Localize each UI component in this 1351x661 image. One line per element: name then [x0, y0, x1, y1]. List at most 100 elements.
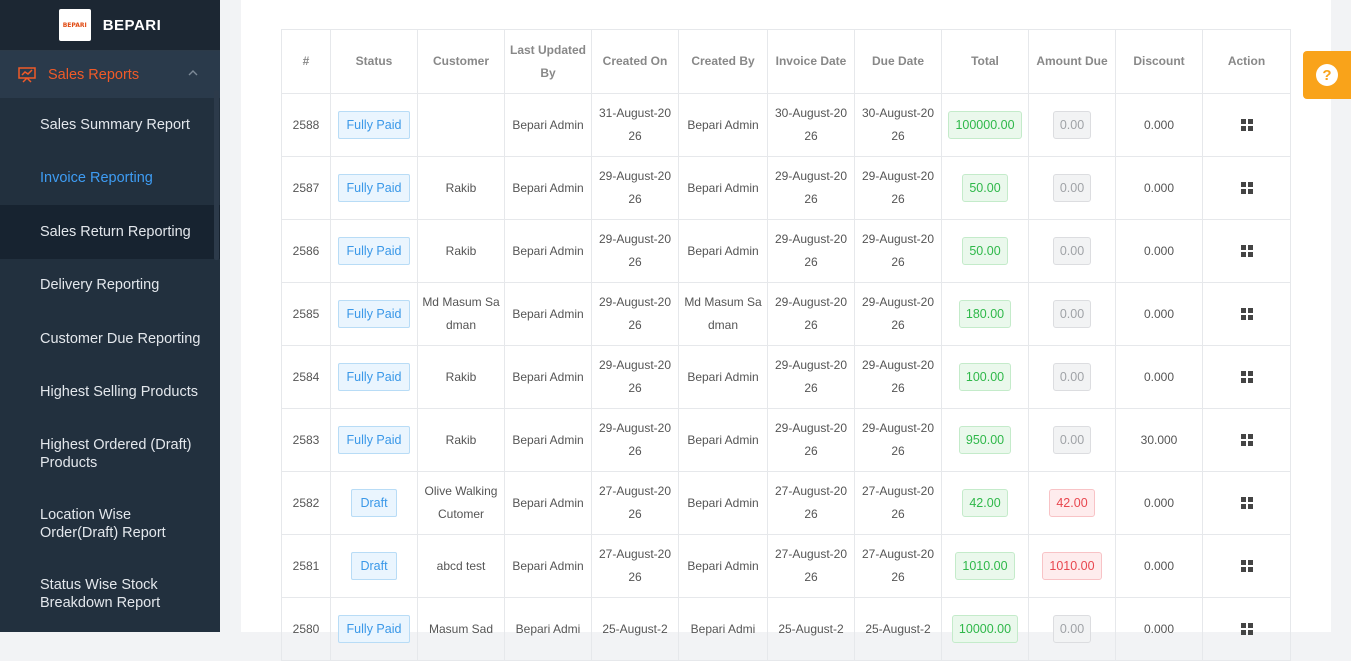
grid-icon[interactable] — [1240, 560, 1253, 573]
question-icon: ? — [1316, 64, 1338, 86]
cell-id: 2582 — [281, 471, 331, 535]
cell-due-date: 29-August-2026 — [854, 219, 942, 283]
sidebar-section-sales-reports[interactable]: Sales Reports — [0, 51, 220, 98]
cell-action[interactable] — [1202, 219, 1291, 283]
table-row: 2582 Draft Olive Walking Cutomer Bepari Adm… — [281, 471, 1291, 535]
grid-icon[interactable] — [1240, 497, 1253, 510]
status-badge: Draft — [351, 552, 397, 580]
brand-name: BEPARI — [102, 16, 162, 34]
total-badge: 42.00 — [962, 489, 1008, 517]
grid-icon[interactable] — [1240, 434, 1253, 447]
cell-customer: Masum Sad — [417, 597, 505, 661]
presentation-chart-icon — [18, 66, 36, 83]
header-created-on: Created On — [591, 29, 679, 94]
sidebar-item-sales-return-reporting[interactable]: Sales Return Reporting — [0, 205, 220, 259]
header-total: Total — [941, 29, 1029, 94]
header-action: Action — [1202, 29, 1291, 94]
table-row: 2588 Fully Paid Bepari Admin 31-August-2026… — [281, 93, 1291, 157]
cell-created-on: 27-August-2026 — [591, 534, 679, 598]
cell-action[interactable] — [1202, 93, 1291, 157]
cell-last-updated-by: Bepari Admin — [504, 156, 592, 220]
sidebar-scrollbar[interactable] — [214, 90, 219, 260]
sidebar-item-highest-selling-products[interactable]: Highest Selling Products — [0, 366, 220, 420]
cell-amount-due: 0.00 — [1028, 597, 1116, 661]
grid-icon[interactable] — [1240, 245, 1253, 258]
cell-action[interactable] — [1202, 534, 1291, 598]
cell-total: 100000.00 — [941, 93, 1029, 157]
cell-created-by: Bepari Admin — [678, 471, 768, 535]
total-badge: 1010.00 — [955, 552, 1015, 580]
cell-last-updated-by: Bepari Admi — [504, 597, 592, 661]
header-created-by: Created By — [678, 29, 768, 94]
cell-invoice-date: 29-August-2026 — [767, 219, 855, 283]
sidebar-item-status-wise-stock-report[interactable]: Status Wise Stock Breakdown Report — [0, 559, 220, 629]
brand-logo: BEPARI — [58, 9, 91, 41]
header-discount: Discount — [1115, 29, 1203, 94]
status-badge: Fully Paid — [337, 300, 411, 328]
chevron-up-icon[interactable] — [186, 66, 200, 80]
status-badge: Fully Paid — [337, 363, 411, 391]
cell-action[interactable] — [1202, 408, 1291, 472]
cell-amount-due: 0.00 — [1028, 219, 1116, 283]
sidebar-item-customer-due-reporting[interactable]: Customer Due Reporting — [0, 312, 220, 366]
amount-due-badge: 0.00 — [1052, 111, 1092, 139]
help-button[interactable]: ? — [1303, 51, 1351, 99]
cell-customer: Rakib — [417, 156, 505, 220]
cell-id: 2586 — [281, 219, 331, 283]
cell-total: 50.00 — [941, 156, 1029, 220]
grid-icon[interactable] — [1240, 182, 1253, 195]
cell-created-on: 29-August-2026 — [591, 345, 679, 409]
sidebar-item-sales-summary-report[interactable]: Sales Summary Report — [0, 98, 220, 152]
cell-action[interactable] — [1202, 471, 1291, 535]
cell-action[interactable] — [1202, 282, 1291, 346]
grid-icon[interactable] — [1240, 119, 1253, 132]
cell-invoice-date: 29-August-2026 — [767, 156, 855, 220]
cell-amount-due: 42.00 — [1028, 471, 1116, 535]
brand-logo-text: BEPARI — [62, 21, 87, 29]
cell-customer: abcd test — [417, 534, 505, 598]
cell-last-updated-by: Bepari Admin — [504, 93, 592, 157]
sidebar-item-delivery-reporting[interactable]: Delivery Reporting — [0, 259, 220, 313]
sidebar-section-label: Sales Reports — [48, 66, 140, 83]
grid-icon[interactable] — [1240, 371, 1253, 384]
cell-amount-due: 0.00 — [1028, 345, 1116, 409]
cell-invoice-date: 29-August-2026 — [767, 408, 855, 472]
cell-status: Fully Paid — [330, 597, 418, 661]
cell-status: Fully Paid — [330, 93, 418, 157]
cell-action[interactable] — [1202, 597, 1291, 661]
sidebar-item-location-wise-order-report[interactable]: Location Wise Order(Draft) Report — [0, 489, 220, 559]
table-header-row: # Status Customer Last Updated By Create… — [281, 29, 1291, 94]
cell-action[interactable] — [1202, 156, 1291, 220]
cell-created-on: 31-August-2026 — [591, 93, 679, 157]
cell-created-by: Bepari Admin — [678, 408, 768, 472]
cell-discount: 30.000 — [1115, 408, 1203, 472]
grid-icon[interactable] — [1240, 623, 1253, 636]
cell-discount: 0.000 — [1115, 93, 1203, 157]
cell-due-date: 27-August-2026 — [854, 471, 942, 535]
sidebar-item-highest-ordered-draft-products[interactable]: Highest Ordered (Draft) Products — [0, 419, 220, 489]
cell-discount: 0.000 — [1115, 219, 1203, 283]
cell-id: 2588 — [281, 93, 331, 157]
total-badge: 100.00 — [958, 363, 1012, 391]
sidebar: BEPARI BEPARI Sales Reports Sales Summar… — [0, 0, 220, 632]
amount-due-badge: 42.00 — [1049, 489, 1095, 517]
cell-invoice-date: 29-August-2026 — [767, 345, 855, 409]
cell-due-date: 29-August-2026 — [854, 156, 942, 220]
cell-customer — [417, 93, 505, 157]
brand[interactable]: BEPARI BEPARI — [0, 0, 220, 51]
cell-id: 2587 — [281, 156, 331, 220]
amount-due-badge: 0.00 — [1052, 363, 1092, 391]
total-badge: 950.00 — [958, 426, 1012, 454]
sidebar-item-invoice-reporting[interactable]: Invoice Reporting — [0, 152, 220, 206]
cell-action[interactable] — [1202, 345, 1291, 409]
cell-status: Draft — [330, 534, 418, 598]
cell-invoice-date: 27-August-2026 — [767, 471, 855, 535]
grid-icon[interactable] — [1240, 308, 1253, 321]
cell-total: 950.00 — [941, 408, 1029, 472]
header-status: Status — [330, 29, 418, 94]
amount-due-badge: 0.00 — [1052, 426, 1092, 454]
cell-last-updated-by: Bepari Admin — [504, 471, 592, 535]
cell-amount-due: 1010.00 — [1028, 534, 1116, 598]
cell-created-by: Bepari Admi — [678, 597, 768, 661]
invoice-table-wrapper: # Status Customer Last Updated By Create… — [281, 29, 1291, 661]
